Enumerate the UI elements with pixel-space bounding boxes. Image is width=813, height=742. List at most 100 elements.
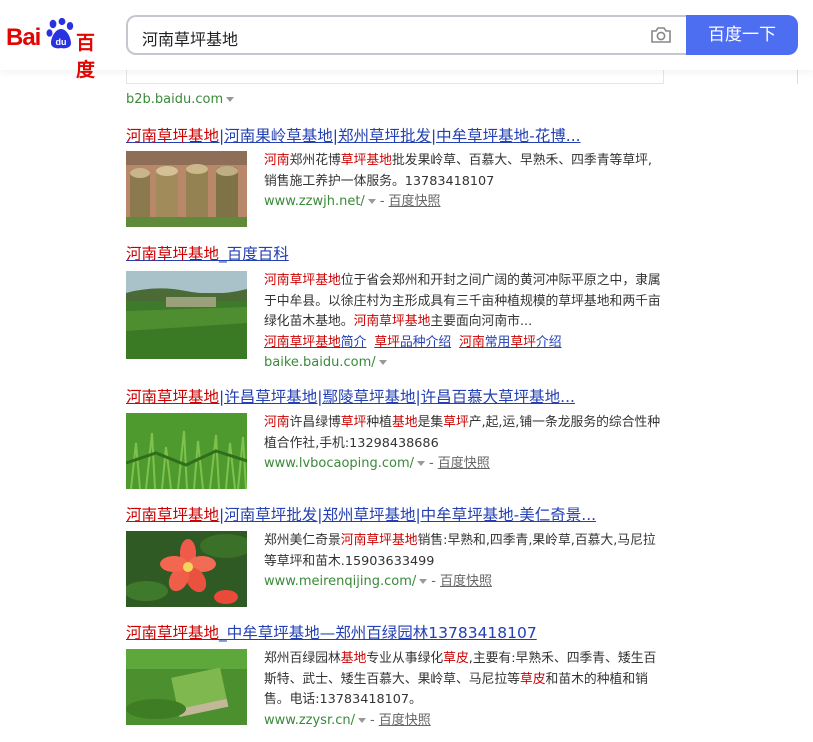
sod-roll-image bbox=[126, 649, 247, 725]
paw-icon: du bbox=[46, 18, 74, 49]
result-snippet: 河南草坪基地位于省会郑州和开封之间广阔的黄河冲际平原之中，隶属于中牟县。以徐庄村… bbox=[264, 271, 664, 333]
caret-down-icon[interactable] bbox=[417, 461, 426, 466]
highlight-text: 河南草坪基地 bbox=[340, 533, 418, 548]
result-thumbnail[interactable] bbox=[126, 649, 247, 725]
search-result: 河南草坪基地_中牟草坪基地—郑州百绿园林13783418107 郑州百绿园林基地… bbox=[126, 623, 666, 728]
svg-text:du: du bbox=[56, 37, 67, 47]
result-snippet: 郑州美仁奇景河南草坪基地销售:早熟和,四季青,果岭草,百慕大,马尼拉等草坪和苗木… bbox=[264, 531, 664, 572]
highlight-text: 河南草坪基地 bbox=[126, 388, 220, 406]
highlight-text: 河南 bbox=[264, 153, 290, 168]
search-query: 河南草坪基地 bbox=[142, 30, 239, 49]
highlight-text: 河南草坪基地 bbox=[126, 245, 220, 263]
highlight-text: 草皮 bbox=[519, 671, 546, 687]
text-segment: _中牟草坪基地—郑州百绿园林13783418107 bbox=[219, 624, 537, 642]
result-thumbnail[interactable] bbox=[126, 151, 247, 227]
result-body: 河南草坪基地位于省会郑州和开封之间广阔的黄河冲际平原之中，隶属于中牟县。以徐庄村… bbox=[264, 271, 664, 374]
highlight-text: 河南草坪基地 bbox=[353, 314, 431, 329]
result-meta: baike.baidu.com/ bbox=[264, 353, 664, 374]
result-meta: www.zzysr.cn/- 百度快照 bbox=[264, 712, 431, 728]
result-body: 河南郑州花博草坪基地批发果岭草、百慕大、早熟禾、四季青等草坪,销售施工养护一体服… bbox=[264, 151, 664, 213]
caret-down-icon[interactable] bbox=[367, 199, 376, 204]
result-thumbnail[interactable] bbox=[126, 271, 247, 359]
snapshot-link[interactable]: 百度快照 bbox=[379, 713, 431, 728]
result-title[interactable]: 河南草坪基地|河南草坪批发|郑州草坪基地|中牟草坪基地-美仁奇景... bbox=[126, 505, 666, 525]
top-site-url: b2b.baidu.com bbox=[126, 92, 224, 107]
caret-down-icon[interactable] bbox=[226, 97, 235, 102]
highlight-text: 河南草坪基地 bbox=[126, 624, 220, 642]
top-site-source[interactable]: b2b.baidu.com bbox=[126, 92, 235, 107]
highlight-text: 基地 bbox=[391, 415, 418, 430]
text-segment: 郑州美仁奇景 bbox=[264, 533, 341, 548]
result-meta: www.meirenqijing.com/- 百度快照 bbox=[264, 574, 492, 589]
snapshot-link[interactable]: 百度快照 bbox=[389, 194, 441, 209]
text-segment: _百度百科 bbox=[219, 245, 289, 263]
sublink-varieties[interactable]: 草坪品种介绍 bbox=[374, 335, 451, 350]
text-segment: 是集 bbox=[417, 415, 444, 430]
result-snippet: 河南许昌绿博草坪种植基地是集草坪产,起,运,铺一条龙服务的综合性种植合作社,手机… bbox=[264, 413, 664, 454]
text-segment: |许昌草坪基地|鄢陵草坪基地|许昌百慕大草坪基地... bbox=[219, 388, 575, 406]
result-title[interactable]: 河南草坪基地|许昌草坪基地|鄢陵草坪基地|许昌百慕大草坪基地... bbox=[126, 387, 666, 407]
highlight-text: 草坪 bbox=[510, 334, 536, 350]
result-url[interactable]: www.meirenqijing.com/ bbox=[264, 574, 416, 589]
baidu-logo[interactable]: Bai du 百度 bbox=[6, 16, 110, 81]
text-segment: 常用 bbox=[484, 334, 511, 350]
red-flower-image bbox=[126, 531, 247, 607]
text-segment: 介绍 bbox=[535, 334, 562, 350]
text-segment: |河南草坪批发|郑州草坪基地|中牟草坪基地-美仁奇景... bbox=[219, 506, 597, 524]
highlight-text: 基地 bbox=[340, 651, 367, 666]
sublink-intro[interactable]: 河南草坪基地简介 bbox=[264, 335, 366, 350]
camera-icon[interactable] bbox=[650, 26, 672, 44]
search-result: 河南草坪基地|河南果岭草基地|郑州草坪批发|中牟草坪基地-花博... 河南郑州花… bbox=[126, 126, 666, 227]
search-result: 河南草坪基地_百度百科 河南草坪基地位于省会郑州和开封之间广阔的黄河冲际平原之中… bbox=[126, 244, 666, 370]
grass-field-image bbox=[126, 271, 247, 359]
result-sublinks: 河南草坪基地简介 草坪品种介绍 河南常用草坪介绍 bbox=[264, 333, 664, 354]
result-thumbnail[interactable] bbox=[126, 413, 247, 489]
highlight-text: 河南草坪基地 bbox=[126, 506, 220, 524]
text-segment: 简介 bbox=[340, 334, 367, 350]
highlight-text: 河南 bbox=[459, 334, 485, 350]
highlight-text: 草坪 bbox=[443, 415, 469, 430]
logo-chinese: 百度 bbox=[76, 32, 96, 81]
sublink-common[interactable]: 河南常用草坪介绍 bbox=[459, 335, 561, 350]
result-url[interactable]: www.zzwjh.net/ bbox=[264, 194, 365, 209]
highlight-text: 草坪 bbox=[374, 334, 400, 350]
text-segment: 品种介绍 bbox=[399, 334, 452, 350]
snapshot-link[interactable]: 百度快照 bbox=[440, 574, 492, 589]
result-meta: www.lvbocaoping.com/- 百度快照 bbox=[264, 456, 490, 471]
result-body: 郑州美仁奇景河南草坪基地销售:早熟和,四季青,果岭草,百慕大,马尼拉等草坪和苗木… bbox=[264, 531, 664, 593]
scroll-divider bbox=[797, 70, 798, 84]
text-segment: 种植 bbox=[366, 415, 392, 430]
snapshot-link[interactable]: 百度快照 bbox=[438, 456, 490, 471]
caret-down-icon[interactable] bbox=[358, 717, 366, 723]
result-body: 郑州百绿园林基地专业从事绿化草皮,主要有:早熟禾、四季青、矮生百斯特、武士、矮生… bbox=[264, 649, 664, 731]
text-segment: |河南果岭草基地|郑州草坪批发|中牟草坪基地-花博... bbox=[219, 127, 581, 145]
highlight-text: 河南草坪基地 bbox=[264, 273, 341, 288]
result-body: 河南许昌绿博草坪种植基地是集草坪产,起,运,铺一条龙服务的综合性种植合作社,手机… bbox=[264, 413, 664, 475]
highlight-text: 草坪 bbox=[340, 415, 367, 430]
caret-down-icon[interactable] bbox=[378, 360, 387, 365]
caret-down-icon[interactable] bbox=[419, 579, 428, 584]
text-segment: 专业从事绿化 bbox=[366, 651, 444, 666]
text-segment: 许昌绿博 bbox=[289, 415, 341, 430]
turf-rolls-image bbox=[126, 151, 247, 227]
grass-closeup-image bbox=[126, 413, 247, 489]
search-button[interactable]: 百度一下 bbox=[686, 15, 798, 55]
highlight-text: 河南 bbox=[264, 415, 290, 430]
text-segment: 郑州花博 bbox=[289, 153, 341, 168]
highlight-text: 草坪基地 bbox=[340, 153, 392, 168]
search-input[interactable]: 河南草坪基地 bbox=[126, 15, 688, 55]
result-snippet: 河南郑州花博草坪基地批发果岭草、百慕大、早熟禾、四季青等草坪,销售施工养护一体服… bbox=[264, 151, 664, 192]
header: Bai du 百度 河南草坪基地 百度一下 bbox=[0, 0, 813, 81]
highlight-text: 河南草坪基地 bbox=[264, 334, 341, 350]
result-url[interactable]: www.zzysr.cn/ bbox=[264, 713, 355, 728]
result-url[interactable]: baike.baidu.com/ bbox=[264, 355, 376, 370]
result-title[interactable]: 河南草坪基地|河南果岭草基地|郑州草坪批发|中牟草坪基地-花博... bbox=[126, 126, 666, 146]
result-thumbnail[interactable] bbox=[126, 531, 247, 607]
search-result: 河南草坪基地|河南草坪批发|郑州草坪基地|中牟草坪基地-美仁奇景... 郑州美仁… bbox=[126, 505, 666, 607]
result-snippet: 郑州百绿园林基地专业从事绿化草皮,主要有:早熟禾、四季青、矮生百斯特、武士、矮生… bbox=[264, 649, 664, 711]
result-title[interactable]: 河南草坪基地_中牟草坪基地—郑州百绿园林13783418107 bbox=[126, 623, 666, 643]
text-segment: 主要面向河南市... bbox=[430, 314, 533, 329]
logo-text: Bai bbox=[6, 24, 41, 51]
result-title[interactable]: 河南草坪基地_百度百科 bbox=[126, 244, 666, 264]
result-url[interactable]: www.lvbocaoping.com/ bbox=[264, 456, 414, 471]
